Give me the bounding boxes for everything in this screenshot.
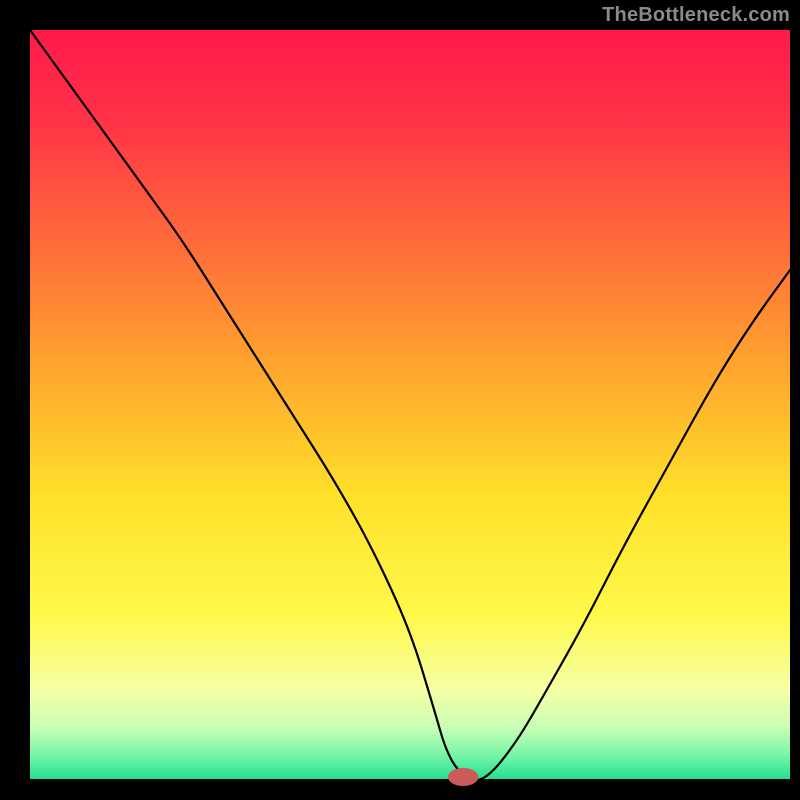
watermark-text: TheBottleneck.com bbox=[602, 4, 790, 27]
bottleneck-chart bbox=[0, 0, 800, 800]
gradient-background bbox=[30, 30, 790, 780]
optimal-point-marker bbox=[448, 768, 478, 786]
chart-frame: TheBottleneck.com bbox=[0, 0, 800, 800]
